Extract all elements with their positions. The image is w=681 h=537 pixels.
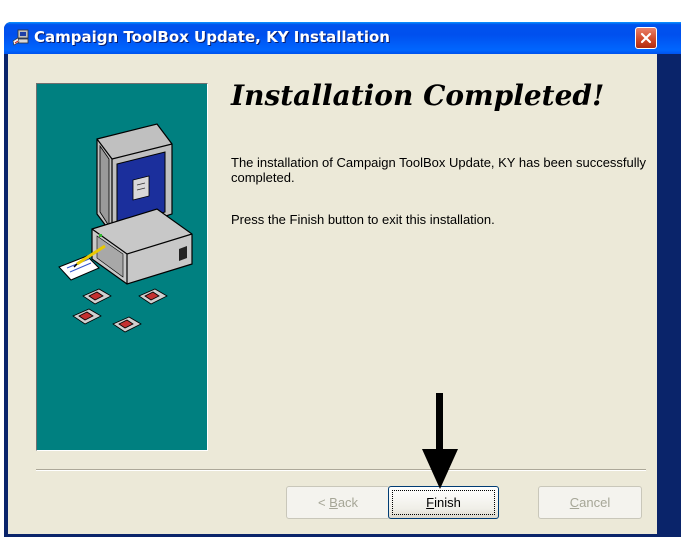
computer-with-disks-illustration (58, 123, 193, 333)
completion-heading: Installation Completed! (231, 79, 605, 112)
cancel-button-rest: ancel (579, 495, 611, 510)
wizard-side-panel (36, 83, 208, 451)
back-button-rest: ack (337, 495, 359, 510)
finish-button-accel: F (426, 495, 435, 510)
cancel-button-accel: C (569, 495, 580, 510)
finish-button-rest: inish (434, 495, 461, 510)
back-button-prefix: < (317, 495, 330, 510)
back-button-accel: B (329, 495, 338, 510)
completion-message: The installation of Campaign ToolBox Upd… (231, 155, 647, 185)
close-button[interactable] (635, 27, 657, 49)
cancel-button[interactable]: Cancel (538, 486, 642, 519)
close-icon (640, 32, 652, 44)
exit-instructions: Press the Finish button to exit this ins… (231, 212, 495, 227)
button-separator (36, 469, 646, 471)
title-bar[interactable]: Campaign ToolBox Update, KY Installation (4, 22, 681, 54)
window-title: Campaign ToolBox Update, KY Installation (34, 28, 390, 46)
installer-icon (12, 29, 30, 47)
back-button[interactable]: < Back (286, 486, 390, 519)
down-arrow-icon (422, 393, 458, 489)
